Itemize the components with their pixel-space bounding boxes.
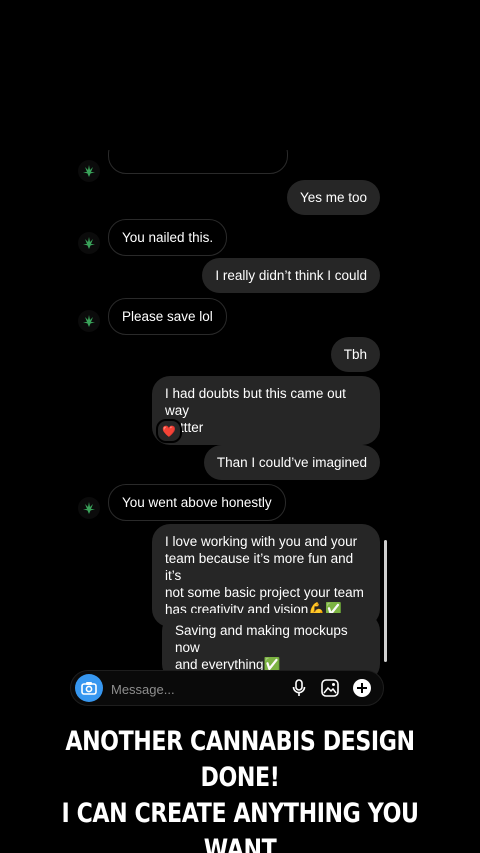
message-text: Than I could’ve imagined (216, 455, 367, 470)
message-bubble-outgoing[interactable]: Yes me too (286, 180, 380, 215)
message-composer (70, 670, 384, 706)
message-text: You went above honestly (122, 495, 272, 510)
message-text: I really didn’t think I could (215, 268, 367, 283)
sender-avatar[interactable] (78, 160, 100, 182)
screen: Yes me too You nailed this. I really did… (0, 0, 480, 853)
message-bubble-incoming[interactable]: Please save lol (108, 298, 227, 335)
message-text-line: I love working with you and your (165, 534, 358, 549)
sender-avatar[interactable] (78, 232, 100, 254)
more-actions-button[interactable] (352, 678, 372, 698)
message-bubble-outgoing[interactable]: Tbh (330, 337, 380, 372)
microphone-button[interactable] (289, 678, 309, 698)
message-text: Please save lol (122, 309, 213, 324)
sender-avatar[interactable] (78, 497, 100, 519)
microphone-icon (292, 679, 306, 696)
cannabis-leaf-avatar-icon (83, 165, 95, 177)
message-text-line: not some basic project your team (165, 585, 364, 600)
chat-thread[interactable]: Yes me too You nailed this. I really did… (70, 150, 388, 710)
caption-line: ANOTHER CANNABIS DESIGN DONE! (65, 726, 415, 793)
scrollbar[interactable] (384, 540, 387, 662)
gallery-icon (321, 679, 339, 697)
message-text: Yes me too (299, 190, 367, 205)
cannabis-leaf-avatar-icon (83, 502, 95, 514)
camera-icon (81, 682, 97, 695)
message-bubble-outgoing[interactable]: I had doubts but this came out way bettt… (152, 376, 380, 445)
message-bubble-outgoing[interactable]: I love working with you and your team be… (152, 524, 380, 627)
message-text-line: team because it’s more fun and it’s (165, 551, 354, 583)
message-text: You nailed this. (122, 230, 214, 245)
partial-message-bubble (108, 150, 288, 174)
caption-line: I CAN CREATE ANYTHING YOU WANT (61, 798, 419, 853)
plus-icon (353, 679, 371, 697)
heart-reaction-icon[interactable]: ❤️ (156, 419, 182, 443)
gallery-button[interactable] (320, 678, 340, 698)
message-bubble-incoming[interactable]: You went above honestly (108, 484, 286, 521)
message-bubble-outgoing[interactable]: I really didn’t think I could (202, 258, 380, 293)
message-text-line: bettter (165, 420, 204, 435)
message-input[interactable] (109, 677, 283, 701)
overlay-caption: ANOTHER CANNABIS DESIGN DONE! I CAN CREA… (43, 724, 437, 853)
message-text: Tbh (343, 347, 367, 362)
message-text-line: Saving and making mockups now (175, 623, 348, 655)
cannabis-leaf-avatar-icon (83, 315, 95, 327)
sender-avatar[interactable] (78, 310, 100, 332)
camera-button[interactable] (75, 674, 103, 702)
message-bubble-incoming[interactable]: You nailed this. (108, 219, 228, 256)
message-bubble-outgoing[interactable]: Than I could’ve imagined (203, 445, 380, 480)
cannabis-leaf-avatar-icon (83, 237, 95, 249)
message-text-line: I had doubts but this came out way (165, 386, 346, 418)
